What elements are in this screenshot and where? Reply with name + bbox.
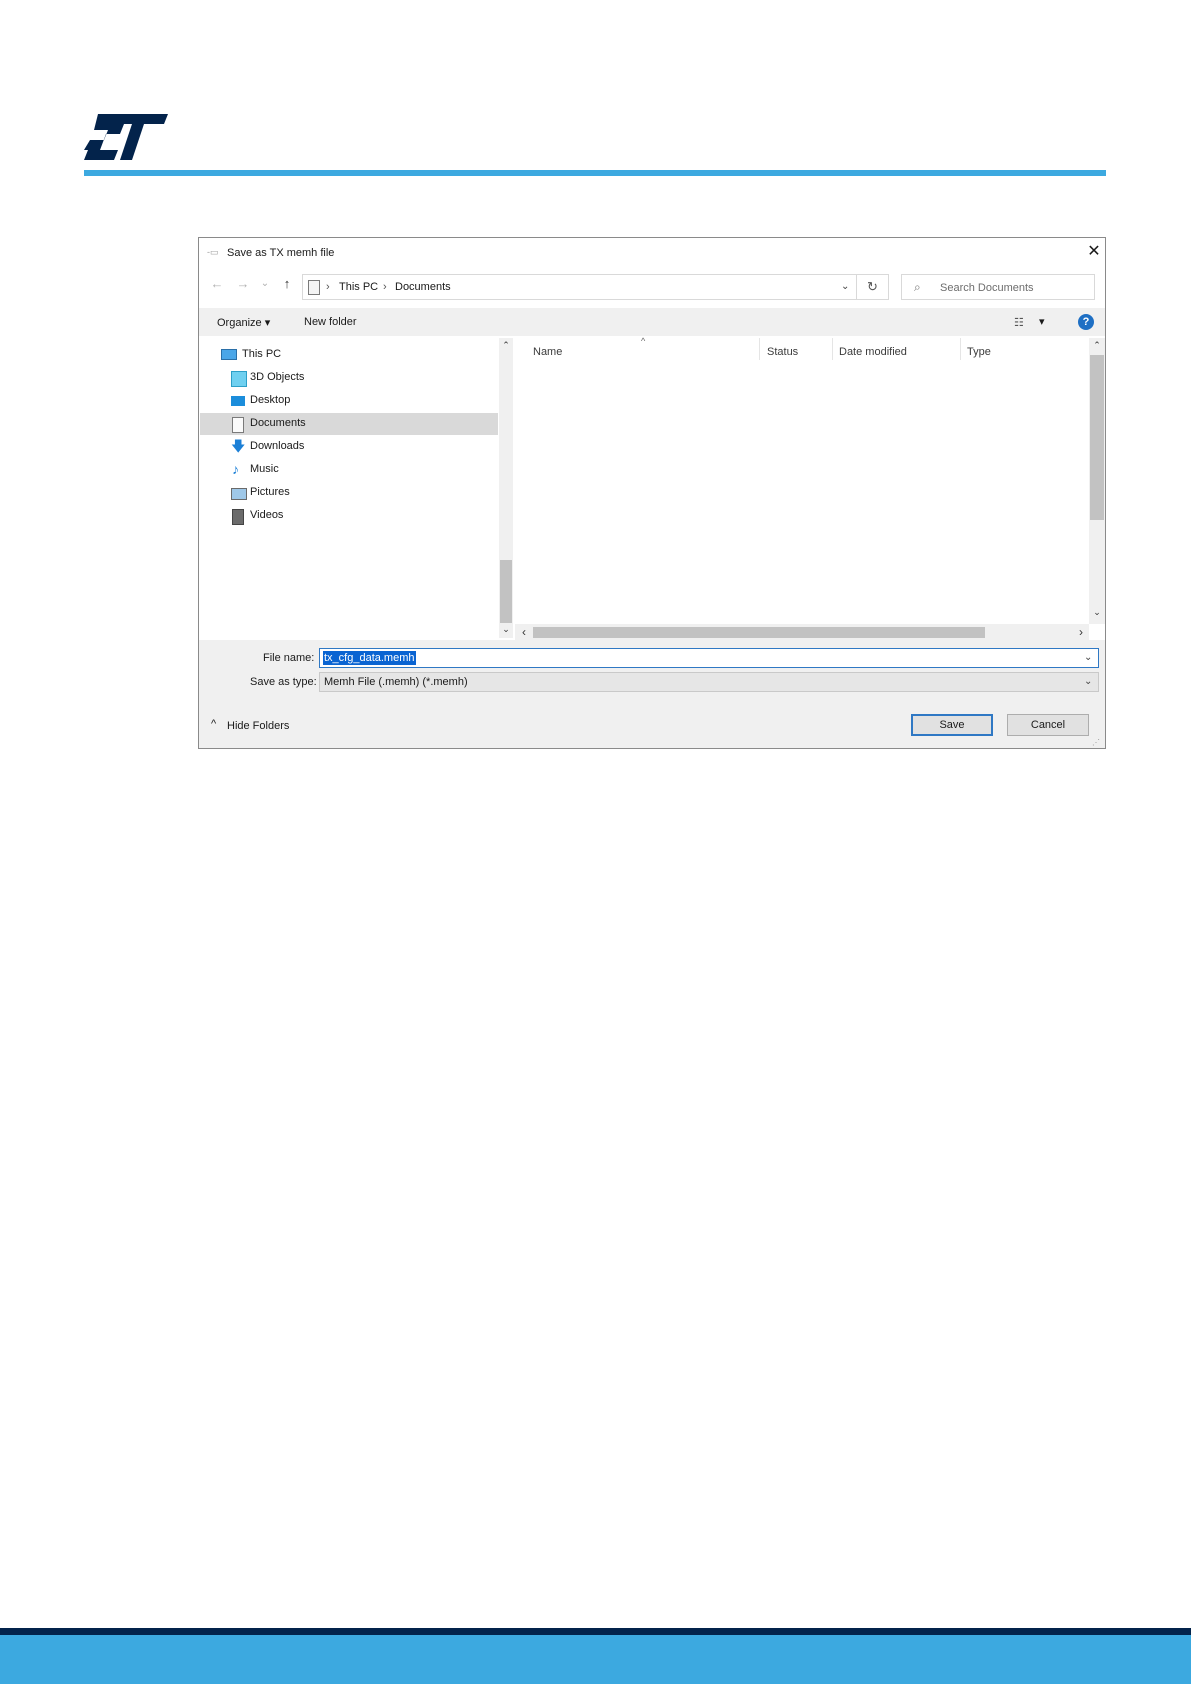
tree-item-3d-objects[interactable]: 3D Objects xyxy=(199,367,499,389)
cancel-button[interactable]: Cancel xyxy=(1007,714,1089,736)
column-type[interactable]: Type xyxy=(967,346,991,358)
app-icon: -▭ xyxy=(207,247,219,257)
search-placeholder: Search Documents xyxy=(940,282,1034,294)
tree-item-desktop[interactable]: Desktop xyxy=(199,390,499,412)
navigation-tree: This PC 3D Objects Desktop Documents 🡇 D… xyxy=(199,338,499,638)
tree-item-label: Music xyxy=(250,463,279,475)
video-icon xyxy=(232,509,244,525)
download-icon: 🡇 xyxy=(231,438,246,454)
document-icon xyxy=(232,417,244,433)
address-bar[interactable]: › This PC › Documents ⌄ xyxy=(302,274,857,300)
list-vertical-scrollbar-thumb[interactable] xyxy=(1090,355,1104,520)
save-type-value: Memh File (.memh) (*.memh) xyxy=(324,676,468,688)
breadcrumb-separator: › xyxy=(326,281,330,293)
tree-item-label: Desktop xyxy=(250,394,291,406)
tree-item-label: Documents xyxy=(250,417,306,429)
footer-rule xyxy=(0,1628,1191,1635)
cube-icon xyxy=(231,371,247,387)
tree-item-label: Pictures xyxy=(250,486,290,498)
column-divider[interactable] xyxy=(832,338,833,360)
tree-item-label: 3D Objects xyxy=(250,371,305,383)
tree-item-downloads[interactable]: 🡇 Downloads xyxy=(199,436,499,458)
hide-folders-button[interactable]: Hide Folders xyxy=(227,720,289,732)
tree-scrollbar-thumb[interactable] xyxy=(500,560,512,623)
column-date-modified[interactable]: Date modified xyxy=(839,346,907,358)
tree-item-label: This PC xyxy=(242,348,282,360)
column-divider[interactable] xyxy=(759,338,760,360)
close-icon[interactable]: ✕ xyxy=(1085,243,1103,261)
footer-band xyxy=(0,1635,1191,1684)
search-input[interactable]: ⌕ Search Documents xyxy=(901,274,1095,300)
new-folder-button[interactable]: New folder xyxy=(304,316,357,328)
tree-item-music[interactable]: ♪ Music xyxy=(199,459,499,481)
desktop-icon xyxy=(231,396,245,406)
title-bar: -▭ Save as TX memh file ✕ xyxy=(199,238,1105,268)
file-name-label: File name: xyxy=(263,652,315,664)
tree-item-documents[interactable]: Documents xyxy=(200,413,498,435)
forward-arrow-icon[interactable]: → xyxy=(233,274,253,294)
tree-item-label: Downloads xyxy=(250,440,305,452)
save-type-dropdown-icon[interactable]: ⌄ xyxy=(1084,676,1092,687)
column-name[interactable]: Name xyxy=(533,346,562,358)
file-list: Name ^ Status Date modified Type xyxy=(515,336,1089,610)
list-scroll-up-icon[interactable]: ⌃ xyxy=(1090,340,1104,351)
save-type-label: Save as type: xyxy=(250,676,317,688)
recent-locations-icon[interactable]: ⌄ xyxy=(255,274,275,294)
tree-scroll-up-icon[interactable]: ⌃ xyxy=(499,340,513,351)
st-logo xyxy=(84,114,168,160)
list-scroll-down-icon[interactable]: ⌄ xyxy=(1090,607,1104,618)
file-name-dropdown-icon[interactable]: ⌄ xyxy=(1084,652,1092,663)
file-name-field[interactable]: tx_cfg_data.memh ⌄ xyxy=(319,648,1099,668)
view-menu-arrow-icon[interactable]: ▾ xyxy=(1039,315,1045,328)
save-type-select[interactable]: Memh File (.memh) (*.memh) ⌄ xyxy=(319,672,1099,692)
breadcrumb-this-pc[interactable]: This PC xyxy=(339,281,378,293)
list-scroll-left-icon[interactable]: ‹ xyxy=(517,625,531,639)
document-location-icon xyxy=(308,280,320,295)
sort-indicator-icon: ^ xyxy=(641,336,646,346)
refresh-icon[interactable]: ↻ xyxy=(857,274,889,300)
search-icon: ⌕ xyxy=(914,280,921,294)
list-horizontal-scrollbar-thumb[interactable] xyxy=(533,627,985,638)
resize-grip-icon[interactable]: ⋰ xyxy=(1092,738,1100,747)
tree-item-videos[interactable]: Videos xyxy=(199,505,499,527)
file-name-value: tx_cfg_data.memh xyxy=(323,651,416,665)
picture-icon xyxy=(231,488,247,500)
computer-icon xyxy=(221,349,237,360)
chevron-up-icon[interactable]: ^ xyxy=(211,718,216,730)
tree-item-pictures[interactable]: Pictures xyxy=(199,482,499,504)
address-dropdown-icon[interactable]: ⌄ xyxy=(841,281,849,292)
tree-scroll-down-icon[interactable]: ⌄ xyxy=(499,624,513,635)
dialog-title: Save as TX memh file xyxy=(227,247,335,259)
save-dialog: -▭ Save as TX memh file ✕ ← → ⌄ ↑ › This… xyxy=(198,237,1106,749)
column-divider[interactable] xyxy=(960,338,961,360)
breadcrumb-documents[interactable]: Documents xyxy=(395,281,451,293)
column-status[interactable]: Status xyxy=(767,346,798,358)
command-toolbar: Organize ▾ New folder ☷ ▾ ? xyxy=(199,308,1105,336)
view-options-icon[interactable]: ☷ xyxy=(1014,316,1024,329)
header-rule xyxy=(84,170,1106,176)
tree-item-label: Videos xyxy=(250,509,284,521)
breadcrumb-separator: › xyxy=(383,281,387,293)
up-arrow-icon[interactable]: ↑ xyxy=(277,274,297,294)
music-icon: ♪ xyxy=(232,461,239,477)
back-arrow-icon[interactable]: ← xyxy=(207,274,227,294)
tree-item-this-pc[interactable]: This PC xyxy=(199,344,499,366)
organize-button[interactable]: Organize ▾ xyxy=(217,316,270,329)
list-scroll-right-icon[interactable]: › xyxy=(1074,625,1088,639)
save-button[interactable]: Save xyxy=(911,714,993,736)
help-icon[interactable]: ? xyxy=(1078,314,1094,330)
